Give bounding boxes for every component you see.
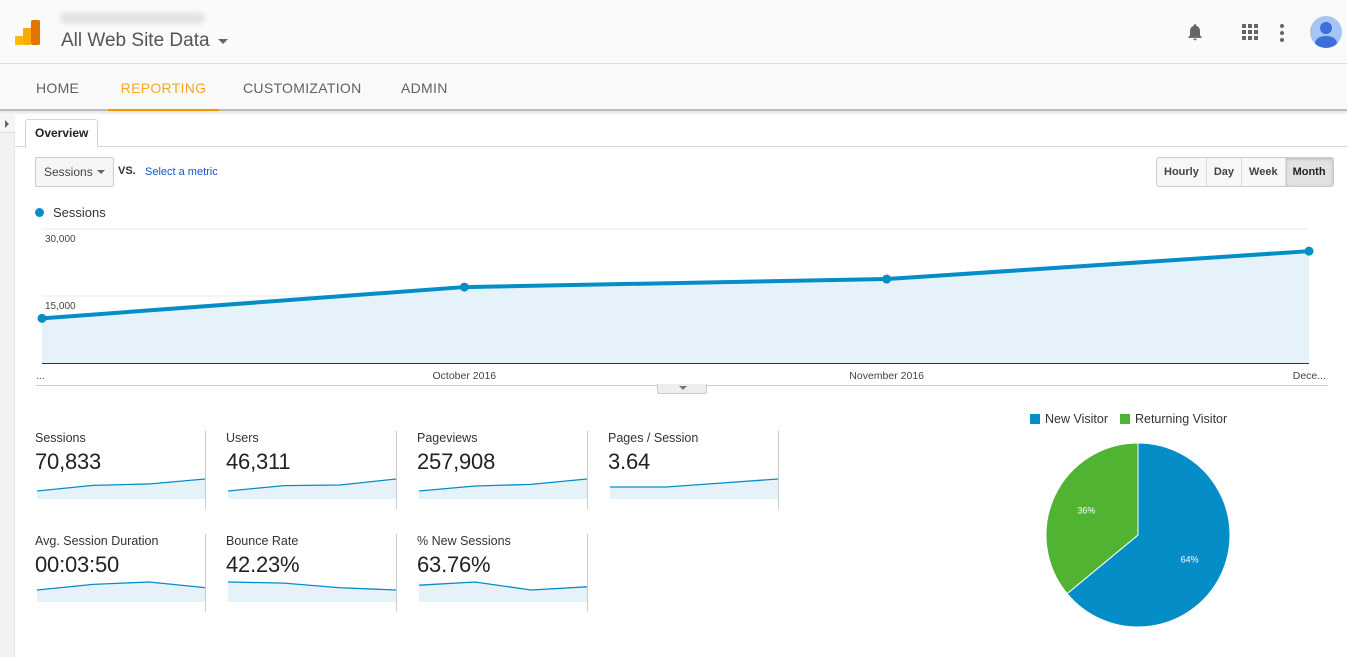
scorecard-users[interactable]: Users 46,311: [206, 431, 397, 509]
x-tick-label: November 2016: [849, 370, 924, 382]
pie-legend: New Visitor Returning Visitor: [1030, 412, 1227, 426]
tab-home[interactable]: HOME: [36, 64, 79, 110]
scorecard-value: 257,908: [417, 449, 496, 474]
scorecard-label: Bounce Rate: [226, 534, 299, 548]
scorecard-label: Sessions: [35, 431, 86, 445]
scorecard-value: 70,833: [35, 449, 102, 474]
top-app-bar: All Web Site Data: [0, 0, 1347, 64]
main-nav: HOME REPORTING CUSTOMIZATION ADMIN: [0, 64, 1347, 111]
legend-new-visitor: New Visitor: [1030, 412, 1108, 426]
caret-down-icon: [97, 170, 105, 174]
day-button[interactable]: Day: [1206, 158, 1243, 186]
pie-slice-label: 64%: [1181, 554, 1199, 564]
scorecard-pages-session[interactable]: Pages / Session 3.64: [588, 431, 779, 509]
expand-sidebar-button[interactable]: [0, 113, 15, 133]
x-tick-label: October 2016: [433, 370, 497, 382]
collapse-chart-button[interactable]: [657, 384, 707, 394]
data-point: [882, 274, 892, 284]
legend-label: Returning Visitor: [1134, 412, 1228, 426]
data-point: [1304, 246, 1314, 256]
sparkline: [419, 581, 587, 602]
sparkline: [37, 478, 205, 499]
sparkline: [419, 478, 587, 499]
legend-swatch-icon: [1030, 414, 1040, 424]
sparkline-area: [610, 479, 778, 499]
tab-admin[interactable]: ADMIN: [401, 64, 448, 110]
x-tick-label: ...: [36, 370, 45, 382]
scorecard-value: 42.23%: [226, 552, 300, 577]
legend-label: New Visitor: [1045, 412, 1108, 426]
scorecard-label: Pages / Session: [608, 431, 699, 445]
vs-label: VS.: [118, 165, 136, 177]
property-name: All Web Site Data: [61, 30, 210, 51]
tab-reporting[interactable]: REPORTING: [108, 64, 219, 111]
sparkline: [228, 478, 396, 499]
pie-slice-label: 36%: [1077, 506, 1095, 516]
series-area: [42, 251, 1309, 363]
select-metric-link[interactable]: Select a metric: [145, 166, 218, 178]
scorecard-bounce-rate[interactable]: Bounce Rate 42.23%: [206, 534, 397, 612]
data-point: [459, 282, 469, 292]
hourly-button[interactable]: Hourly: [1157, 158, 1207, 186]
sparkline: [228, 581, 396, 602]
scorecard-label: Users: [226, 431, 259, 445]
sparkline: [610, 478, 778, 499]
scorecard-value: 00:03:50: [35, 552, 120, 577]
account-avatar-icon[interactable]: [1310, 16, 1342, 48]
property-selector[interactable]: All Web Site Data: [61, 30, 228, 52]
caret-down-icon: [679, 386, 687, 390]
scorecard-sessions[interactable]: Sessions 70,833: [15, 431, 206, 509]
y-tick-label: 15,000: [45, 301, 76, 312]
scorecard-pageviews[interactable]: Pageviews 257,908: [397, 431, 588, 509]
apps-grid-icon[interactable]: [1242, 24, 1258, 40]
scorecard-value: 63.76%: [417, 552, 491, 577]
scorecard-value: 3.64: [608, 449, 651, 474]
scorecard-label: % New Sessions: [417, 534, 511, 548]
granularity-buttons: Hourly Day Week Month: [1156, 157, 1334, 187]
sparkline-area: [419, 582, 587, 602]
scorecard-label: Avg. Session Duration: [35, 534, 159, 548]
analytics-logo-icon[interactable]: [15, 20, 41, 46]
metric-dropdown[interactable]: Sessions: [35, 157, 114, 187]
sparkline: [37, 581, 205, 602]
chart-legend: Sessions: [35, 205, 106, 220]
bell-icon[interactable]: [1185, 22, 1205, 42]
month-button[interactable]: Month: [1285, 158, 1333, 186]
caret-down-icon: [217, 38, 228, 44]
caret-right-icon: [5, 120, 9, 128]
scorecard-avg-session-duration[interactable]: Avg. Session Duration 00:03:50: [15, 534, 206, 612]
more-vert-icon[interactable]: [1280, 24, 1284, 42]
visitor-pie-chart: 64% 36%: [1045, 442, 1231, 628]
account-name-redacted: [60, 12, 205, 24]
metric-dropdown-value: Sessions: [44, 165, 93, 179]
tab-overview[interactable]: Overview: [25, 119, 99, 148]
scorecard-new-sessions[interactable]: % New Sessions 63.76%: [397, 534, 588, 612]
report-tabs: Overview: [15, 113, 1347, 148]
week-button[interactable]: Week: [1242, 158, 1286, 186]
legend-returning-visitor: Returning Visitor: [1119, 412, 1228, 426]
legend-label: Sessions: [53, 205, 106, 220]
legend-swatch-icon: [1119, 414, 1130, 424]
sessions-area-chart: 30,000 15,000... October 2016 November 2016…: [36, 228, 1328, 386]
scorecard-label: Pageviews: [417, 431, 478, 445]
data-point: [37, 313, 47, 323]
tab-customization[interactable]: CUSTOMIZATION: [243, 64, 362, 110]
legend-dot-icon: [35, 208, 44, 217]
x-tick-label: Dece...: [1293, 370, 1326, 382]
scorecard-value: 46,311: [226, 449, 291, 474]
y-tick-label: 30,000: [45, 234, 76, 245]
